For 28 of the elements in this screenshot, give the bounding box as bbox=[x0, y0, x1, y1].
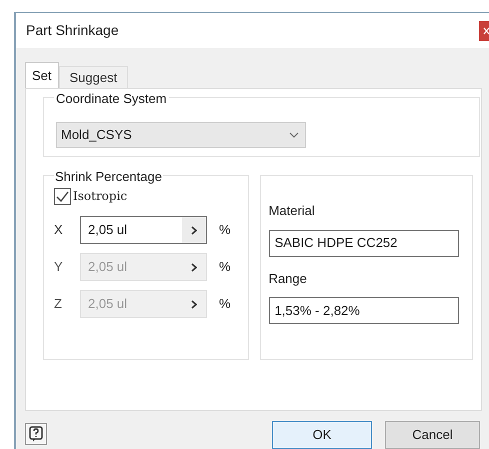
chevron-right-icon bbox=[191, 300, 197, 308]
window-title: Part Shrinkage bbox=[26, 21, 119, 40]
cancel-button[interactable]: Cancel bbox=[385, 421, 480, 449]
unit-label: % bbox=[219, 295, 231, 314]
field-label: Range bbox=[268, 270, 308, 288]
dropdown[interactable]: Mold_CSYS bbox=[56, 122, 306, 148]
text-field[interactable]: 1,53% - 2,82% bbox=[268, 297, 459, 324]
field-label: Material bbox=[268, 202, 316, 220]
close-icon bbox=[483, 26, 489, 34]
checkbox[interactable] bbox=[54, 188, 71, 204]
unit-label: % bbox=[219, 221, 231, 240]
chevron-down-icon bbox=[289, 132, 299, 138]
chevron-right-icon bbox=[191, 226, 197, 234]
checkbox-label: Isotropic bbox=[73, 188, 128, 205]
text-field[interactable]: SABIC HDPE CC252 bbox=[268, 230, 459, 256]
help-button[interactable] bbox=[25, 423, 47, 445]
help-icon bbox=[29, 426, 43, 442]
ok-button[interactable]: OK bbox=[272, 421, 372, 449]
expand-button[interactable] bbox=[182, 217, 206, 243]
tab[interactable]: Suggest bbox=[58, 66, 128, 88]
tab[interactable]: Set bbox=[25, 62, 59, 88]
axis-label: X bbox=[54, 221, 64, 240]
unit-label: % bbox=[219, 258, 231, 276]
close-button[interactable] bbox=[479, 20, 489, 40]
chevron-right-icon bbox=[191, 262, 197, 272]
axis-label: Y bbox=[54, 258, 64, 276]
axis-label: Z bbox=[54, 295, 63, 314]
value-field[interactable]: 2,05 ul bbox=[80, 216, 207, 244]
